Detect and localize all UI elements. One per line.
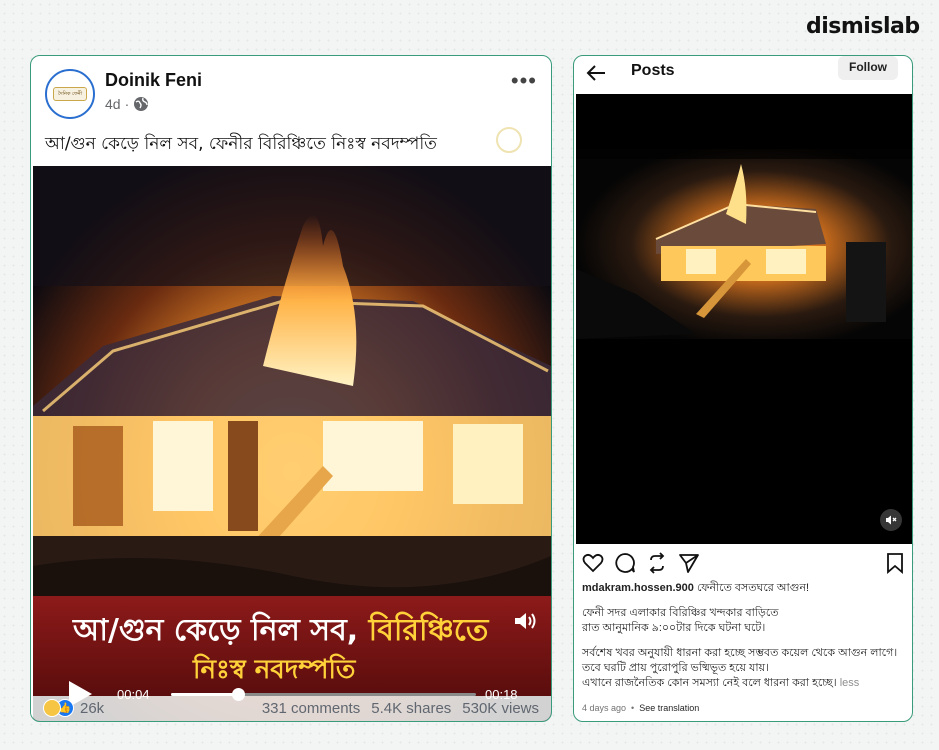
bookmark-icon[interactable] [884,552,906,574]
more-options-icon[interactable]: ••• [511,68,537,94]
caption-last-line: এখানে রাজনৈতিক কোন সমস্যা নেই বলে ধারনা … [582,676,908,691]
share-send-icon[interactable] [678,552,700,574]
caption-title: ফেনীতে বসতঘরে আগুন! [693,582,810,594]
ig-top-bar: Posts Follow [574,56,912,94]
post-caption: আ/গুন কেড়ে নিল সব, ফেনীর বিরিঞ্চিতে নিঃ… [45,134,437,154]
page-avatar[interactable]: দৈনিক ফেনী [45,69,95,119]
post-header: দৈনিক ফেনী Doinik Feni 4d · ••• [31,56,551,126]
fire-scene-ig [576,149,912,339]
page-title: Posts [631,62,675,79]
muted-speaker-icon[interactable] [880,509,902,531]
post-age[interactable]: 4d [105,96,121,112]
follow-button[interactable]: Follow [838,56,898,80]
avatar-logo-text: দৈনিক ফেনী [53,87,87,101]
ig-action-bar [574,548,912,576]
caption-line: ফেনী সদর এলাকার বিরিঞ্চির খন্দকার বাড়িত… [582,607,779,619]
reaction-count: 26k [80,699,105,717]
ig-post-footer: 4 days ago • See translation [582,703,699,713]
footer-dot: • [631,703,635,713]
shares-count[interactable]: 5.4K shares [371,700,451,717]
back-arrow-icon[interactable] [586,64,606,82]
comments-count[interactable]: 331 comments [262,700,360,717]
ig-caption: mdakram.hossen.900 ফেনীতে বসতঘরে আগুন! ফ… [582,581,908,691]
facebook-post-card: দৈনিক ফেনী Doinik Feni 4d · ••• আ/গুন কে… [30,55,552,722]
ig-video[interactable] [576,94,912,544]
caption-headline: mdakram.hossen.900 ফেনীতে বসতঘরে আগুন! [582,581,908,596]
views-count: 530K views [462,700,539,717]
caption-line: এখানে রাজনৈতিক কোন সমস্যা নেই বলে ধারনা … [582,677,837,689]
caption-emoji [496,127,522,153]
globe-icon [134,97,149,111]
sad-reaction-icon [43,699,61,717]
caption-line: রাত আনুমানিক ৯:০০টার দিকে ঘটনা ঘটে। [582,622,766,634]
page-name[interactable]: Doinik Feni [105,70,202,91]
meta-separator: · [124,96,130,112]
banner-text-white: আ/গুন কেড়ে নিল সব, [73,613,369,648]
caption-line: সর্বশেষ খবর অনুযায়ী ধারনা করা হচ্ছে সম্… [582,647,898,659]
like-heart-icon[interactable] [582,552,604,574]
caption-line: তবে ঘরটি প্রায় পুরোপুরি ভষ্মিভূত হয়ে য… [582,662,769,674]
post-meta: 4d · [105,96,149,112]
brand-logo: dismislab [806,14,920,39]
volume-icon[interactable] [513,610,539,632]
banner-text-yellow: বিরিঞ্চিতে [368,613,489,648]
ig-username[interactable]: mdakram.hossen.900 [582,582,694,594]
reactions[interactable]: 👍 26k [43,699,104,717]
instagram-post-card: Posts Follow mdakram.hossen.900 ফেনীতে ব… [573,55,913,722]
video-player[interactable]: আ/গুন কেড়ে নিল সব, বিরিঞ্চিতে নিঃস্ব নব… [33,166,551,721]
post-stats: 331 comments 5.4K shares 530K views [262,700,539,717]
repost-icon[interactable] [646,552,668,574]
less-toggle[interactable]: less [840,677,860,689]
engagement-bar: 👍 26k 331 comments 5.4K shares 530K view… [31,696,551,721]
comment-icon[interactable] [614,552,636,574]
post-time-ago: 4 days ago [582,703,627,713]
see-translation-link[interactable]: See translation [639,703,699,713]
